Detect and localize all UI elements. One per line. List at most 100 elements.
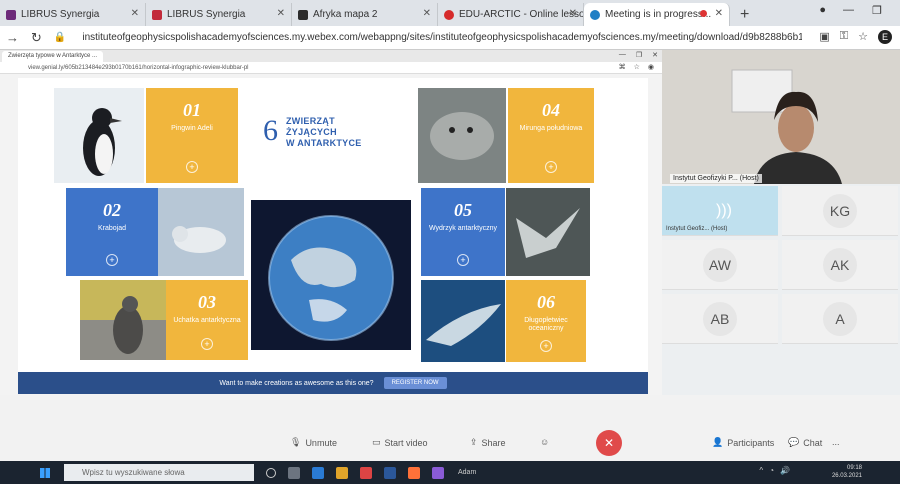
plus-icon[interactable]: +: [201, 338, 213, 350]
title-number: 6: [263, 114, 278, 147]
participant-tile-kg[interactable]: KG: [782, 186, 898, 236]
tile-number: 04: [542, 100, 560, 120]
lock-icon[interactable]: 🔒: [54, 32, 66, 43]
tile-05[interactable]: 05 Wydrzyk antarktyczny +: [421, 188, 505, 276]
edge-icon[interactable]: [312, 466, 324, 479]
plus-icon[interactable]: +: [457, 254, 469, 266]
shared-address-bar: view.genial.ly/605b213484e293b0170b161/h…: [0, 62, 662, 74]
start-video-label: Start video: [384, 437, 428, 448]
tile-06[interactable]: 06 Długopłetwiec oceaniczny +: [506, 280, 586, 362]
forward-icon[interactable]: →: [6, 30, 19, 45]
profile-avatar[interactable]: E: [878, 30, 892, 44]
tile-03[interactable]: 03 Uchatka antarktyczna +: [166, 280, 248, 360]
word-icon[interactable]: [384, 466, 396, 479]
promo-banner: Want to make creations as awesome as thi…: [18, 372, 648, 394]
participant-name: Instytut Geofiz... (Host): [666, 226, 728, 232]
address-bar: → ↻ 🔒 instituteofgeophysicspolishacademy…: [0, 26, 900, 50]
media-control-icon[interactable]: ●: [819, 4, 826, 16]
participant-tile-ak[interactable]: AK: [782, 240, 898, 290]
chat-icon: 💬: [788, 437, 800, 447]
cortana-icon[interactable]: [266, 467, 276, 478]
plus-icon[interactable]: +: [545, 161, 557, 173]
participants-label: Participants: [727, 437, 775, 448]
new-tab-button[interactable]: +: [730, 3, 759, 26]
participant-tile-active[interactable]: ))) Instytut Geofiz... (Host): [662, 186, 778, 236]
app-icon[interactable]: [432, 466, 444, 479]
tab-label: LIBRUS Synergia: [21, 9, 100, 20]
windows-start-icon[interactable]: [40, 467, 50, 478]
participants-button[interactable]: 👤 Participants: [712, 437, 774, 448]
emoji-button[interactable]: ☺: [540, 437, 549, 447]
share-label: Share: [481, 437, 506, 448]
plus-icon[interactable]: +: [186, 161, 198, 173]
tab-librus-2[interactable]: LIBRUS Synergia ✕: [146, 3, 292, 26]
librus-favicon-icon: [152, 9, 162, 20]
tile-02[interactable]: 02 Krabojad +: [66, 188, 158, 276]
minimize-icon[interactable]: —: [843, 4, 854, 16]
infographic-canvas: 01 Pingwin Adeli + 02 Krabojad + 03 Ucha…: [18, 78, 648, 372]
shared-screen: Zwierzęta typowe w Antarktyce ... — ❐ ✕ …: [0, 50, 662, 395]
fur-seal-photo: [80, 280, 166, 360]
title-line: ŻYJĄCYCH: [286, 127, 337, 137]
tab-afryka[interactable]: Afryka mapa 2 ✕: [292, 3, 438, 26]
tile-number: 03: [198, 292, 216, 312]
plus-icon[interactable]: +: [106, 254, 118, 266]
tab-meeting[interactable]: Meeting is in progress... ✕: [584, 3, 730, 26]
chat-label: Chat: [803, 437, 823, 448]
start-video-button[interactable]: ▭ Start video: [372, 437, 428, 448]
audio-wave-icon: ))): [716, 202, 732, 219]
register-button[interactable]: REGISTER NOW: [383, 377, 447, 389]
tile-04[interactable]: 04 Mirunga południowa +: [508, 88, 594, 183]
unmute-button[interactable]: 🎙 Unmute: [290, 437, 337, 448]
chrome-icon[interactable]: [360, 466, 372, 479]
taskbar-search[interactable]: Wpisz tu wyszukiwane słowa: [64, 464, 254, 481]
end-meeting-button[interactable]: ✕: [596, 430, 622, 456]
whale-photo: [421, 280, 505, 362]
tab-label: EDU-ARCTIC - Online lesson: [459, 9, 584, 20]
more-options-button[interactable]: ...: [832, 437, 840, 447]
close-icon[interactable]: ✕: [715, 8, 723, 19]
camera-icon: ▭: [372, 437, 381, 447]
crabeater-seal-photo: [158, 188, 244, 276]
cast-icon[interactable]: ▣: [819, 30, 829, 44]
tab-librus-1[interactable]: LIBRUS Synergia ✕: [0, 3, 146, 26]
tile-label: Krabojad: [97, 225, 127, 232]
browser-tab-bar: LIBRUS Synergia ✕ LIBRUS Synergia ✕ Afry…: [0, 0, 900, 26]
infographic-title: 6 ZWIERZĄT ŻYJĄCYCH W ANTARKTYCE: [263, 116, 362, 149]
volume-icon[interactable]: 🔊: [780, 466, 790, 475]
taskbar-clock[interactable]: 09:18 26.03.2021: [832, 464, 862, 480]
participant-tile-aw[interactable]: AW: [662, 240, 778, 290]
close-icon: ✕: [652, 52, 658, 59]
emoji-icon: ☺: [540, 437, 550, 447]
reload-icon[interactable]: ↻: [31, 30, 42, 46]
key-icon[interactable]: ⚿: [840, 30, 848, 44]
shared-browser-tabs: Zwierzęta typowe w Antarktyce ... — ❐ ✕: [0, 50, 662, 62]
tile-label: Mirunga południowa: [519, 125, 583, 132]
close-icon[interactable]: ✕: [423, 8, 431, 19]
participant-tile-ab[interactable]: AB: [662, 294, 778, 344]
network-icon[interactable]: ◔: [769, 466, 774, 475]
close-icon[interactable]: ✕: [569, 8, 577, 19]
chevron-up-icon[interactable]: ^: [759, 466, 763, 475]
meeting-controls: 🎙 Unmute ▭ Start video ⇪ Share ☺ ✕ 👤 Par…: [0, 395, 900, 461]
plus-icon[interactable]: +: [540, 340, 552, 352]
participant-tile-a[interactable]: A: [782, 294, 898, 344]
restore-icon[interactable]: ❐: [872, 4, 882, 17]
firefox-icon[interactable]: [408, 466, 420, 479]
url-field[interactable]: instituteofgeophysicspolishacademyofscie…: [82, 32, 802, 43]
share-button[interactable]: ⇪ Share: [470, 437, 506, 448]
tile-01[interactable]: 01 Pingwin Adeli +: [146, 88, 238, 183]
windows-taskbar: Wpisz tu wyszukiwane słowa Adam ^ ◔ 🔊 09…: [0, 461, 900, 484]
participant-initials: AB: [703, 301, 737, 336]
close-icon[interactable]: ✕: [131, 8, 139, 19]
tab-edu-arctic[interactable]: EDU-ARCTIC - Online lesson ✕: [438, 3, 584, 26]
close-icon[interactable]: ✕: [277, 8, 285, 19]
chat-button[interactable]: 💬 Chat: [788, 437, 822, 448]
file-explorer-icon[interactable]: [336, 466, 348, 479]
star-icon: ☆: [633, 64, 640, 71]
tile-number: 05: [454, 200, 472, 220]
task-view-icon[interactable]: [288, 466, 300, 479]
account-icon: ◉: [647, 64, 654, 71]
star-icon[interactable]: ☆: [858, 30, 868, 44]
tray-user: Adam: [458, 469, 477, 476]
